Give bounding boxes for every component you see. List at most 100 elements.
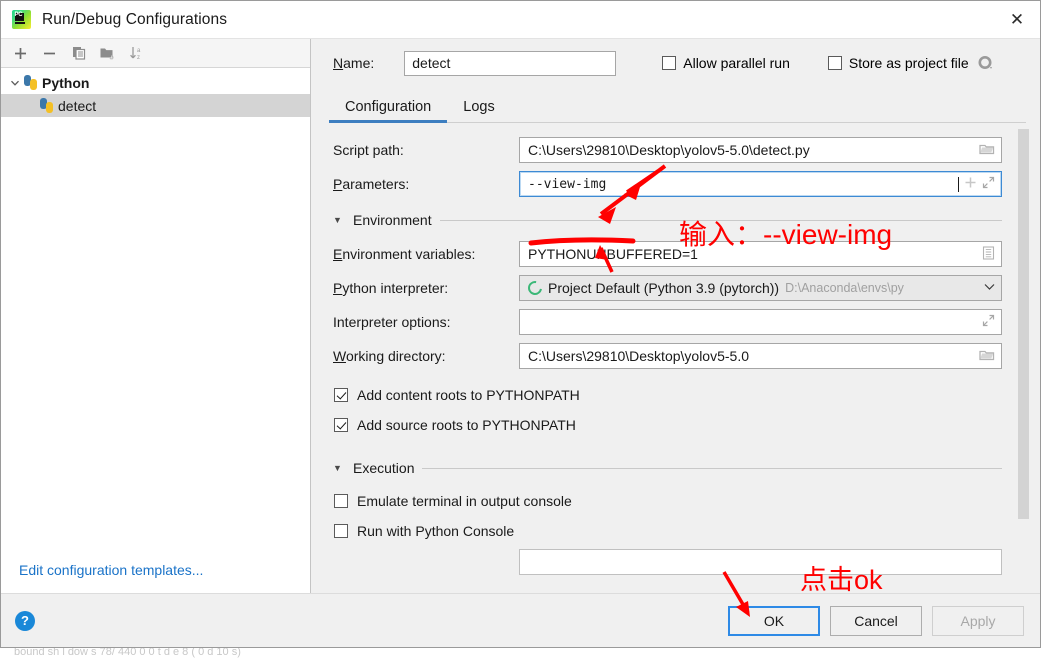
dialog-actions: OK Cancel Apply	[728, 605, 1024, 636]
list-edit-icon[interactable]	[982, 245, 995, 263]
tree-indent-2	[23, 98, 39, 114]
execution-section-title: Execution	[353, 460, 415, 476]
parameters-row: Parameters: --view-img	[333, 171, 1002, 197]
name-input[interactable]	[404, 50, 617, 76]
background-text-sliver: bound sh l dow s 78/ 440 0 0 t d e 8 ( 0…	[0, 647, 1041, 659]
tab-logs[interactable]: Logs	[447, 99, 510, 123]
sort-configurations-button[interactable]: a z	[123, 41, 150, 66]
tree-node-detect[interactable]: detect	[1, 94, 310, 117]
python-interpreter-dropdown[interactable]: Project Default (Python 3.9 (pytorch)) D…	[519, 275, 1002, 301]
tab-configuration[interactable]: Configuration	[329, 99, 448, 123]
checkbox-box	[334, 418, 348, 432]
run-debug-configurations-dialog: PC Run/Debug Configurations ✕ a z Python…	[0, 0, 1041, 648]
python-icon	[23, 75, 38, 90]
emulate-terminal-label: Emulate terminal in output console	[357, 493, 572, 509]
allow-parallel-run-checkbox[interactable]: Allow parallel run	[662, 55, 790, 71]
environment-variables-input[interactable]: PYTHONUNBUFFERED=1	[519, 241, 1002, 267]
add-content-roots-label: Add content roots to PYTHONPATH	[357, 387, 580, 403]
interpreter-options-row: Interpreter options:	[333, 309, 1002, 335]
name-label: Name:	[333, 55, 375, 71]
close-icon[interactable]: ✕	[994, 1, 1040, 38]
run-with-python-console-checkbox[interactable]: Run with Python Console	[334, 519, 1002, 543]
dialog-title: Run/Debug Configurations	[42, 10, 228, 28]
checkbox-box	[827, 56, 842, 70]
tree-node-python[interactable]: Python	[1, 71, 310, 94]
chevron-down-icon[interactable]	[984, 282, 995, 294]
add-content-roots-checkbox[interactable]: Add content roots to PYTHONPATH	[334, 383, 1002, 407]
configuration-editor: Name: Allow parallel run Store as projec…	[311, 39, 1040, 593]
environment-section-title: Environment	[353, 212, 432, 228]
folder-icon[interactable]	[979, 142, 995, 159]
section-divider	[422, 467, 1002, 469]
python-icon	[39, 98, 54, 113]
emulate-terminal-checkbox[interactable]: Emulate terminal in output console	[334, 489, 1002, 513]
editor-tabs: Configuration Logs	[311, 87, 1040, 123]
checkbox-box	[662, 56, 677, 70]
environment-variables-value: PYTHONUNBUFFERED=1	[528, 246, 698, 262]
checkbox-box	[334, 494, 348, 508]
python-interpreter-value: Project Default (Python 3.9 (pytorch))	[548, 280, 780, 296]
screen: bound sh l dow s 78/ 440 0 0 t d e 8 ( 0…	[0, 0, 1041, 659]
gear-icon[interactable]	[977, 55, 994, 72]
working-directory-value: C:\Users\29810\Desktop\yolov5-5.0	[528, 348, 749, 364]
dialog-title-bar: PC Run/Debug Configurations ✕	[1, 1, 1040, 39]
collapse-triangle-icon[interactable]: ▼	[333, 463, 345, 473]
environment-variables-row: Environment variables: PYTHONUNBUFFERED=…	[333, 241, 1002, 267]
help-button[interactable]: ?	[15, 610, 35, 631]
python-interpreter-path-hint: D:\Anaconda\envs\py	[785, 281, 904, 295]
run-with-python-console-label: Run with Python Console	[357, 523, 515, 539]
store-as-project-file-checkbox[interactable]: Store as project file	[827, 55, 969, 71]
expand-icon[interactable]	[982, 314, 995, 330]
python-interpreter-row: Python interpreter: Project Default (Pyt…	[333, 275, 1002, 301]
new-folder-button[interactable]	[94, 41, 121, 66]
dialog-button-bar: ? OK Cancel Apply	[1, 593, 1040, 647]
folder-icon[interactable]	[979, 348, 995, 365]
script-path-value: C:\Users\29810\Desktop\yolov5-5.0\detect…	[528, 142, 810, 158]
configurations-tree: Python detect	[1, 68, 310, 547]
cancel-button[interactable]: Cancel	[830, 605, 922, 636]
environment-variables-label: Environment variables:	[333, 246, 476, 262]
script-path-row: Script path: C:\Users\29810\Desktop\yolo…	[333, 137, 1002, 163]
parameters-input[interactable]: --view-img	[519, 171, 1002, 197]
plus-icon[interactable]	[964, 176, 977, 192]
working-directory-input[interactable]: C:\Users\29810\Desktop\yolov5-5.0	[519, 343, 1002, 369]
ok-button[interactable]: OK	[728, 605, 820, 636]
environment-section-header[interactable]: ▼ Environment	[333, 211, 1002, 229]
add-source-roots-checkbox[interactable]: Add source roots to PYTHONPATH	[334, 413, 1002, 437]
execution-section-header[interactable]: ▼ Execution	[333, 459, 1002, 477]
interpreter-options-label: Interpreter options:	[333, 314, 451, 330]
expand-icon[interactable]	[982, 176, 995, 192]
add-configuration-button[interactable]	[7, 41, 34, 66]
dialog-body: a z Python detect Edit configuration tem…	[1, 39, 1040, 593]
script-path-input[interactable]: C:\Users\29810\Desktop\yolov5-5.0\detect…	[519, 137, 1002, 163]
copy-configuration-button[interactable]	[65, 41, 92, 66]
partial-field-below[interactable]	[519, 549, 1002, 575]
configuration-form: Script path: C:\Users\29810\Desktop\yolo…	[311, 123, 1040, 593]
tree-node-label: Python	[42, 74, 90, 91]
svg-text:a: a	[137, 48, 141, 54]
working-directory-label: Working directory:	[333, 348, 446, 364]
form-scrollbar-thumb[interactable]	[1018, 129, 1029, 519]
store-as-project-file-label: Store as project file	[848, 55, 969, 71]
sidebar-footer: Edit configuration templates...	[1, 547, 310, 593]
python-interpreter-label: Python interpreter:	[333, 280, 449, 296]
chevron-down-icon[interactable]	[7, 75, 23, 91]
python-env-icon	[525, 278, 545, 298]
checkbox-box	[334, 388, 348, 402]
tree-node-label: detect	[58, 97, 97, 114]
form-scrollbar[interactable]	[1017, 129, 1030, 589]
parameters-value: --view-img	[528, 176, 607, 192]
remove-configuration-button[interactable]	[36, 41, 63, 66]
interpreter-options-input[interactable]	[519, 309, 1002, 335]
pycharm-icon: PC	[12, 10, 31, 29]
collapse-triangle-icon[interactable]: ▼	[333, 215, 345, 225]
svg-text:z: z	[137, 55, 140, 61]
checkbox-box	[334, 524, 348, 538]
sidebar-toolbar: a z	[1, 39, 310, 68]
working-directory-row: Working directory: C:\Users\29810\Deskto…	[333, 343, 1002, 369]
edit-configuration-templates-link[interactable]: Edit configuration templates...	[19, 562, 203, 578]
apply-button: Apply	[932, 605, 1024, 636]
text-caret	[958, 176, 959, 192]
parameters-label: Parameters:	[333, 176, 410, 192]
